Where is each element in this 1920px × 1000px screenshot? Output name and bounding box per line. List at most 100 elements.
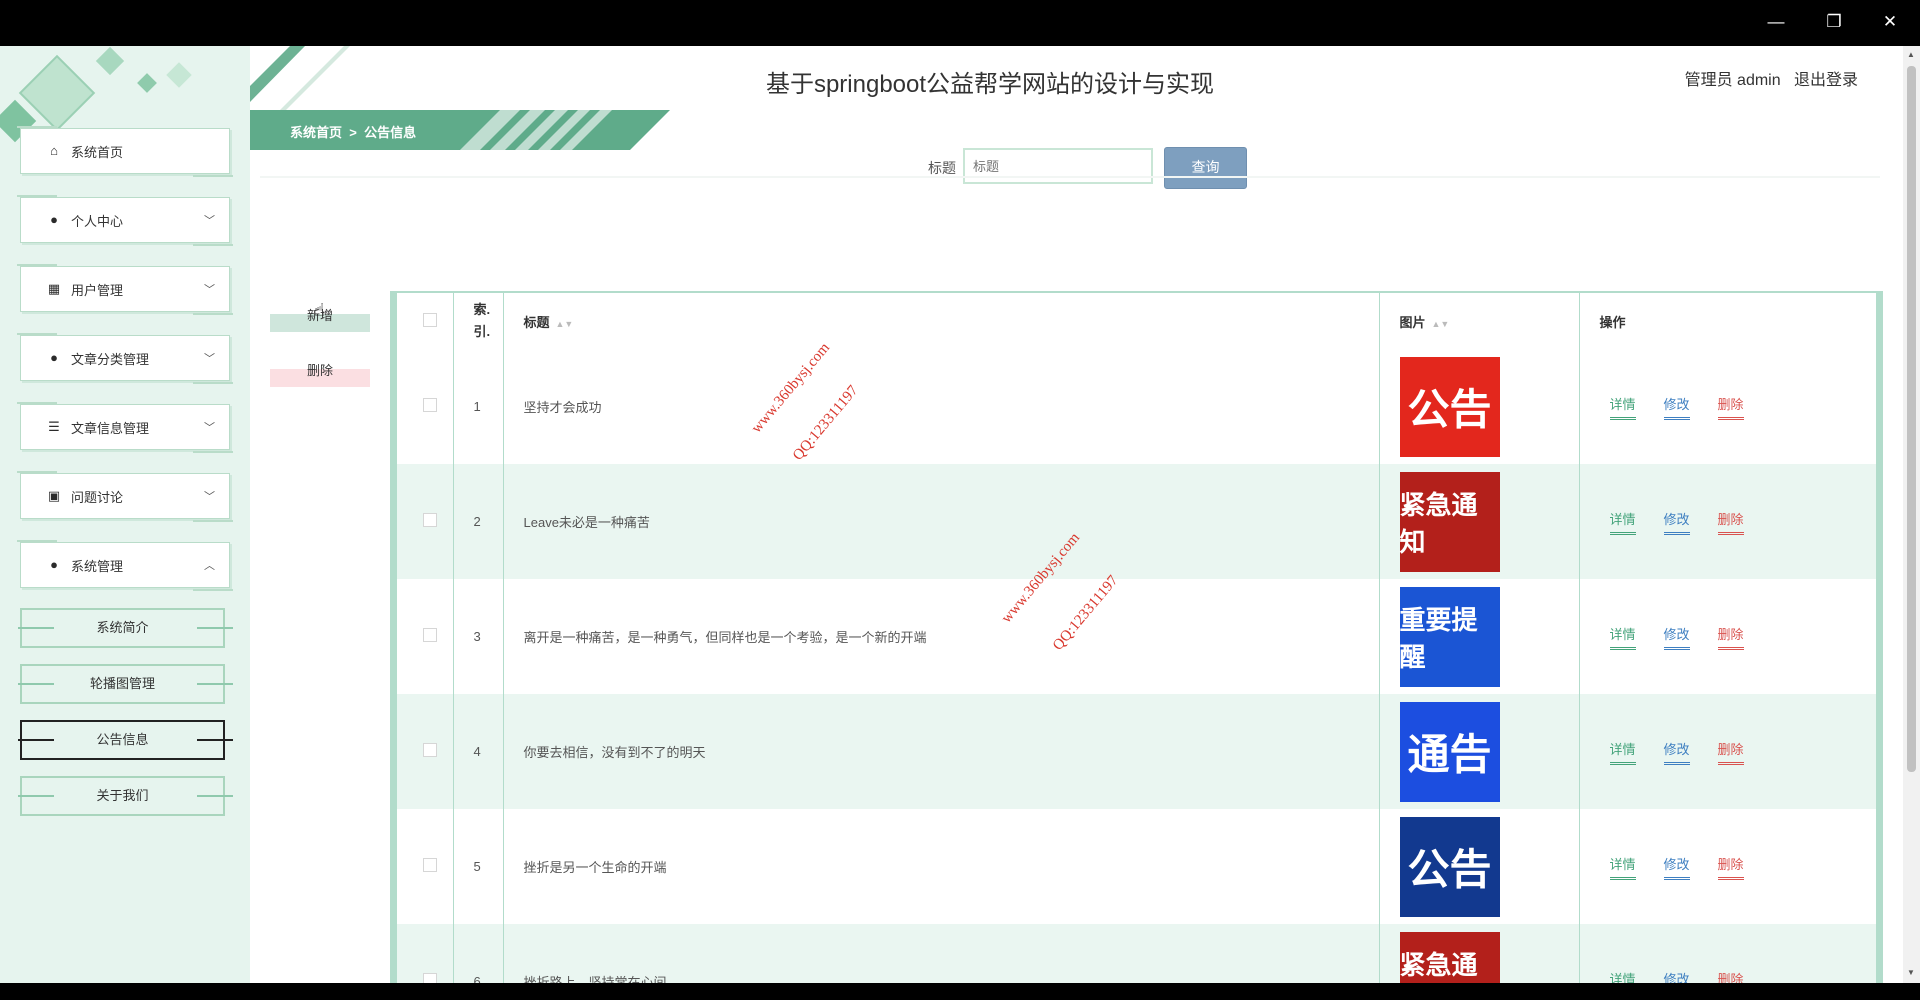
sidebar-subitem-label: 系统简介 xyxy=(96,620,149,635)
chevron-icon: ﹀ xyxy=(204,422,215,434)
row-checkbox[interactable] xyxy=(423,628,437,642)
vertical-scrollbar[interactable]: ▲ ▼ xyxy=(1903,46,1920,983)
row-image-cell: 重要提醒 xyxy=(1379,579,1580,694)
detail-link[interactable]: 详情 xyxy=(1609,509,1636,535)
close-button[interactable]: ✕ xyxy=(1878,10,1902,34)
breadcrumb-home[interactable]: 系统首页 xyxy=(290,125,342,140)
row-title: 你要去相信，没有到不了的明天 xyxy=(503,694,1380,809)
sidebar-subitem-label: 公告信息 xyxy=(96,732,149,747)
sidebar-item-2[interactable]: ● 个人中心 ﹀ xyxy=(17,195,233,246)
row-image-cell: 公告 xyxy=(1379,349,1580,464)
detail-link[interactable]: 详情 xyxy=(1609,854,1636,880)
image-header[interactable]: 图片 ▲▼ xyxy=(1379,293,1580,349)
title-header-label: 标题 xyxy=(523,314,550,330)
row-index: 6 xyxy=(453,924,504,983)
delete-link[interactable]: 删除 xyxy=(1718,969,1744,984)
scroll-thumb[interactable] xyxy=(1907,66,1916,772)
list-icon: ☰ xyxy=(48,419,60,434)
row-index: 5 xyxy=(453,809,504,924)
grid-icon: ▦ xyxy=(47,281,61,296)
sidebar-item-1[interactable]: ⌂ 系统首页 xyxy=(17,126,233,177)
delete-link[interactable]: 删除 xyxy=(1717,509,1744,535)
delete-link[interactable]: 删除 xyxy=(1717,624,1744,650)
edit-link[interactable]: 修改 xyxy=(1663,739,1690,765)
sidebar-subitem-4[interactable]: 关于我们 xyxy=(18,776,233,816)
menu-decor xyxy=(193,382,233,384)
row-checkbox[interactable] xyxy=(423,513,437,527)
sidebar-subitem-3[interactable]: 公告信息 xyxy=(18,720,233,760)
detail-link[interactable]: 详情 xyxy=(1609,394,1636,420)
scroll-up-icon[interactable]: ▲ xyxy=(1907,50,1915,59)
edit-link[interactable]: 修改 xyxy=(1664,969,1690,984)
row-title: 挫折是另一个生命的开端 xyxy=(503,809,1380,924)
search-input[interactable] xyxy=(963,148,1153,184)
image-header-label: 图片 xyxy=(1399,314,1426,330)
edit-link[interactable]: 修改 xyxy=(1663,394,1690,420)
edit-link[interactable]: 修改 xyxy=(1663,854,1690,880)
breadcrumb-separator: > xyxy=(349,125,357,140)
select-all-header xyxy=(397,293,454,349)
sidebar-item-label: 问题讨论 xyxy=(71,489,124,505)
row-title: 挫折路上，坚持常在心间 xyxy=(503,924,1380,983)
arrow-decor xyxy=(197,795,233,797)
delete-link[interactable]: 删除 xyxy=(1717,394,1744,420)
sidebar-item-5[interactable]: ☰ 文章信息管理 ﹀ xyxy=(17,402,233,453)
chevron-icon: ︿ xyxy=(204,560,215,572)
menu-decor xyxy=(17,540,57,542)
minimize-button[interactable]: — xyxy=(1764,10,1788,34)
row-checkbox[interactable] xyxy=(423,743,437,757)
row-title: 坚持才会成功 xyxy=(503,349,1380,464)
edit-link[interactable]: 修改 xyxy=(1663,509,1690,535)
detail-link[interactable]: 详情 xyxy=(1609,624,1636,650)
row-image-cell: 公告 xyxy=(1379,809,1580,924)
row-ops: 详情 修改 删除 xyxy=(1579,464,1876,579)
sidebar-item-4[interactable]: ● 文章分类管理 ﹀ xyxy=(17,333,233,384)
mouse-cursor-icon: ☝ xyxy=(314,300,325,320)
row-select-cell xyxy=(397,579,454,694)
arrow-decor xyxy=(197,739,233,741)
divider xyxy=(260,176,1880,178)
logout-link[interactable]: 退出登录 xyxy=(1794,72,1858,89)
row-select-cell xyxy=(397,924,454,983)
delete-link[interactable]: 删除 xyxy=(1717,739,1744,765)
title-header[interactable]: 标题 ▲▼ xyxy=(503,293,1380,349)
header-decor xyxy=(250,46,350,110)
table-body: 1 坚持才会成功 公告 详情 修改 删除 2 Leave未必是一种痛苦 紧急通知 详情 修改 删除 3 离… xyxy=(397,349,1876,983)
row-checkbox[interactable] xyxy=(423,858,437,872)
row-select-cell xyxy=(397,349,454,464)
row-select-cell xyxy=(397,464,454,579)
user-icon: ● xyxy=(50,212,58,227)
sidebar-item-3[interactable]: ▦ 用户管理 ﹀ xyxy=(17,264,233,315)
notice-table: 索. 引. 标题 ▲▼ 图片 ▲▼ 操作 1 坚持才会成功 公告 详情 修改 删除 2 Leave… xyxy=(390,291,1883,983)
delete-link[interactable]: 删除 xyxy=(1717,854,1744,880)
select-all-checkbox[interactable] xyxy=(423,312,437,327)
sort-icon[interactable]: ▲▼ xyxy=(1432,319,1450,329)
chevron-icon: ﹀ xyxy=(204,284,215,296)
notice-image: 公告 xyxy=(1399,816,1500,917)
restore-button[interactable]: ❐ xyxy=(1822,10,1846,34)
sidebar-subitem-1[interactable]: 系统简介 xyxy=(18,608,233,648)
sidebar-subitem-2[interactable]: 轮播图管理 xyxy=(18,664,233,704)
breadcrumb: 系统首页 > 公告信息 xyxy=(290,122,416,141)
sort-icon[interactable]: ▲▼ xyxy=(556,319,574,329)
sidebar-item-7[interactable]: ● 系统管理 ︿ xyxy=(17,540,233,591)
row-checkbox[interactable] xyxy=(423,398,437,412)
table-header-row: 索. 引. 标题 ▲▼ 图片 ▲▼ 操作 xyxy=(397,293,1876,349)
row-select-cell xyxy=(397,694,454,809)
search-button[interactable]: 查询 xyxy=(1164,147,1247,189)
batch-delete-button[interactable]: 删除 xyxy=(270,364,370,387)
sidebar-subitem-label: 轮播图管理 xyxy=(89,676,155,691)
sidebar-item-label: 用户管理 xyxy=(71,282,124,298)
edit-link[interactable]: 修改 xyxy=(1663,624,1690,650)
row-image-cell: 紧急通知 xyxy=(1379,924,1580,983)
menu-decor xyxy=(17,264,57,266)
detail-link[interactable]: 详情 xyxy=(1609,739,1636,765)
row-ops: 详情 修改 删除 xyxy=(1579,809,1876,924)
menu-decor xyxy=(17,195,57,197)
detail-link[interactable]: 详情 xyxy=(1610,969,1636,984)
scroll-down-icon[interactable]: ▼ xyxy=(1907,968,1915,977)
row-title: Leave未必是一种痛苦 xyxy=(503,464,1380,579)
sidebar-item-6[interactable]: ▣ 问题讨论 ﹀ xyxy=(17,471,233,522)
row-checkbox[interactable] xyxy=(423,973,437,983)
notice-image: 通告 xyxy=(1399,701,1500,802)
